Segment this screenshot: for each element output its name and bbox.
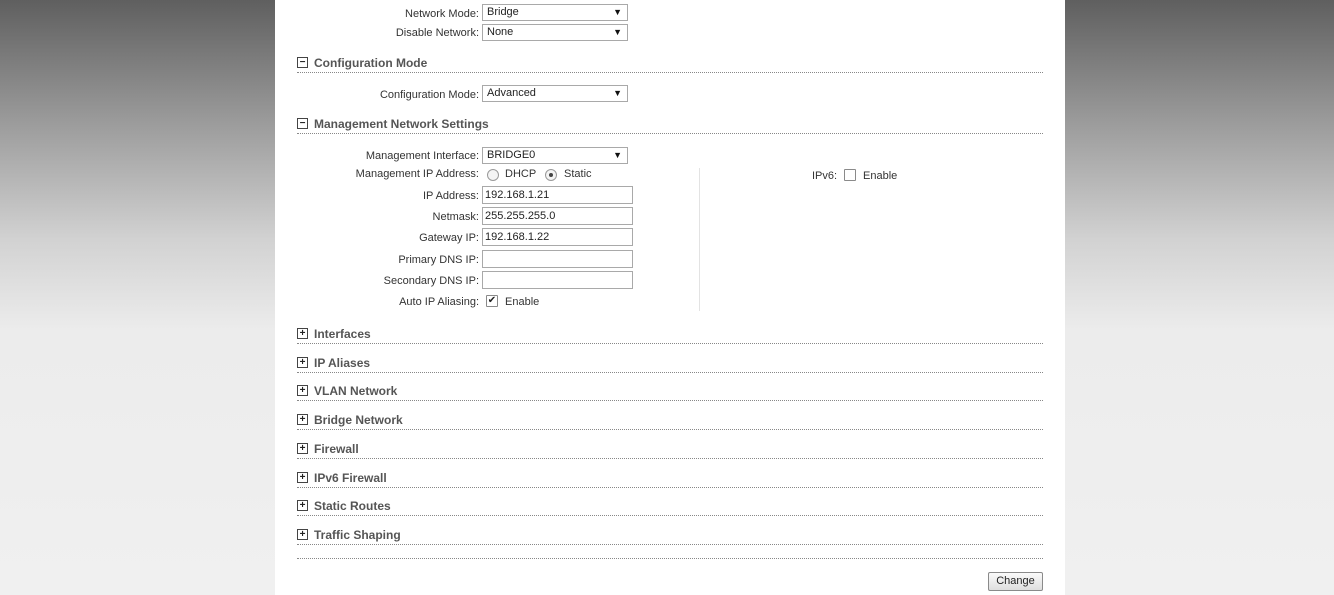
section-bridge-network: + Bridge Network [297,413,1043,430]
section-traffic-shaping: + Traffic Shaping [297,528,1043,545]
netmask-label: Netmask: [432,211,479,223]
auto-ip-aliasing-enable-label: Enable [505,296,540,308]
auto-ip-aliasing-checkbox[interactable]: ✔ [486,295,498,307]
plus-box-icon[interactable]: + [297,385,308,396]
section-title[interactable]: Firewall [314,442,359,456]
section-management-network: − Management Network Settings [297,117,1043,134]
change-button[interactable]: Change [988,572,1043,591]
minus-box-icon[interactable]: − [297,118,308,129]
section-title[interactable]: Management Network Settings [314,117,489,131]
secondary-dns-input[interactable] [482,271,633,289]
disable-network-label: Disable Network: [395,27,479,39]
static-label: Static [564,168,592,180]
configuration-mode-label: Configuration Mode: [379,89,479,101]
gateway-ip-input[interactable]: 192.168.1.22 [482,228,633,246]
section-static-routes: + Static Routes [297,499,1043,516]
section-title[interactable]: Static Routes [314,499,391,513]
chevron-down-icon: ▼ [613,88,622,98]
primary-dns-label: Primary DNS IP: [398,254,479,266]
dhcp-label: DHCP [505,168,537,180]
secondary-dns-label: Secondary DNS IP: [383,275,479,287]
management-interface-label: Management Interface: [365,150,479,162]
ip-address-label: IP Address: [422,190,479,202]
disable-network-select[interactable]: None ▼ [482,24,628,41]
section-title[interactable]: Bridge Network [314,413,403,427]
auto-ip-aliasing-label: Auto IP Aliasing: [399,296,479,308]
dhcp-radio[interactable] [487,169,499,181]
section-title[interactable]: Interfaces [314,327,371,341]
column-divider [699,168,700,311]
chevron-down-icon: ▼ [613,150,622,160]
disable-network-value: None [487,26,514,38]
plus-box-icon[interactable]: + [297,472,308,483]
section-ip-aliases: + IP Aliases [297,356,1043,373]
chevron-down-icon: ▼ [613,27,622,37]
footer-divider [297,558,1043,559]
ipv6-enable-label: Enable [863,170,898,182]
plus-box-icon[interactable]: + [297,500,308,511]
section-interfaces: + Interfaces [297,327,1043,344]
section-firewall: + Firewall [297,442,1043,459]
management-interface-value: BRIDGE0 [487,149,536,161]
section-title[interactable]: VLAN Network [314,384,397,398]
configuration-mode-value: Advanced [487,87,536,99]
section-title[interactable]: Traffic Shaping [314,528,401,542]
primary-dns-input[interactable] [482,250,633,268]
minus-box-icon[interactable]: − [297,57,308,68]
gateway-ip-label: Gateway IP: [419,232,479,244]
plus-box-icon[interactable]: + [297,414,308,425]
section-title[interactable]: IPv6 Firewall [314,471,387,485]
plus-box-icon[interactable]: + [297,357,308,368]
ipv6-label: IPv6: [812,170,838,182]
ipv6-enable-checkbox[interactable] [844,169,856,181]
network-mode-label: Network Mode: [405,8,479,20]
network-mode-value: Bridge [487,6,519,18]
chevron-down-icon: ▼ [613,7,622,17]
configuration-mode-select[interactable]: Advanced ▼ [482,85,628,102]
section-vlan-network: + VLAN Network [297,384,1043,401]
plus-box-icon[interactable]: + [297,328,308,339]
static-radio[interactable] [545,169,557,181]
ip-address-input[interactable]: 192.168.1.21 [482,186,633,204]
checkmark-icon: ✔ [487,295,497,306]
plus-box-icon[interactable]: + [297,529,308,540]
management-interface-select[interactable]: BRIDGE0 ▼ [482,147,628,164]
section-title[interactable]: IP Aliases [314,356,370,370]
section-configuration-mode: − Configuration Mode [297,56,1043,73]
management-ip-mode-label: Management IP Address: [355,168,479,180]
section-ipv6-firewall: + IPv6 Firewall [297,471,1043,488]
settings-panel: Network Mode: Bridge ▼ Disable Network: … [275,0,1065,595]
network-mode-select[interactable]: Bridge ▼ [482,4,628,21]
section-title[interactable]: Configuration Mode [314,56,427,70]
netmask-input[interactable]: 255.255.255.0 [482,207,633,225]
plus-box-icon[interactable]: + [297,443,308,454]
